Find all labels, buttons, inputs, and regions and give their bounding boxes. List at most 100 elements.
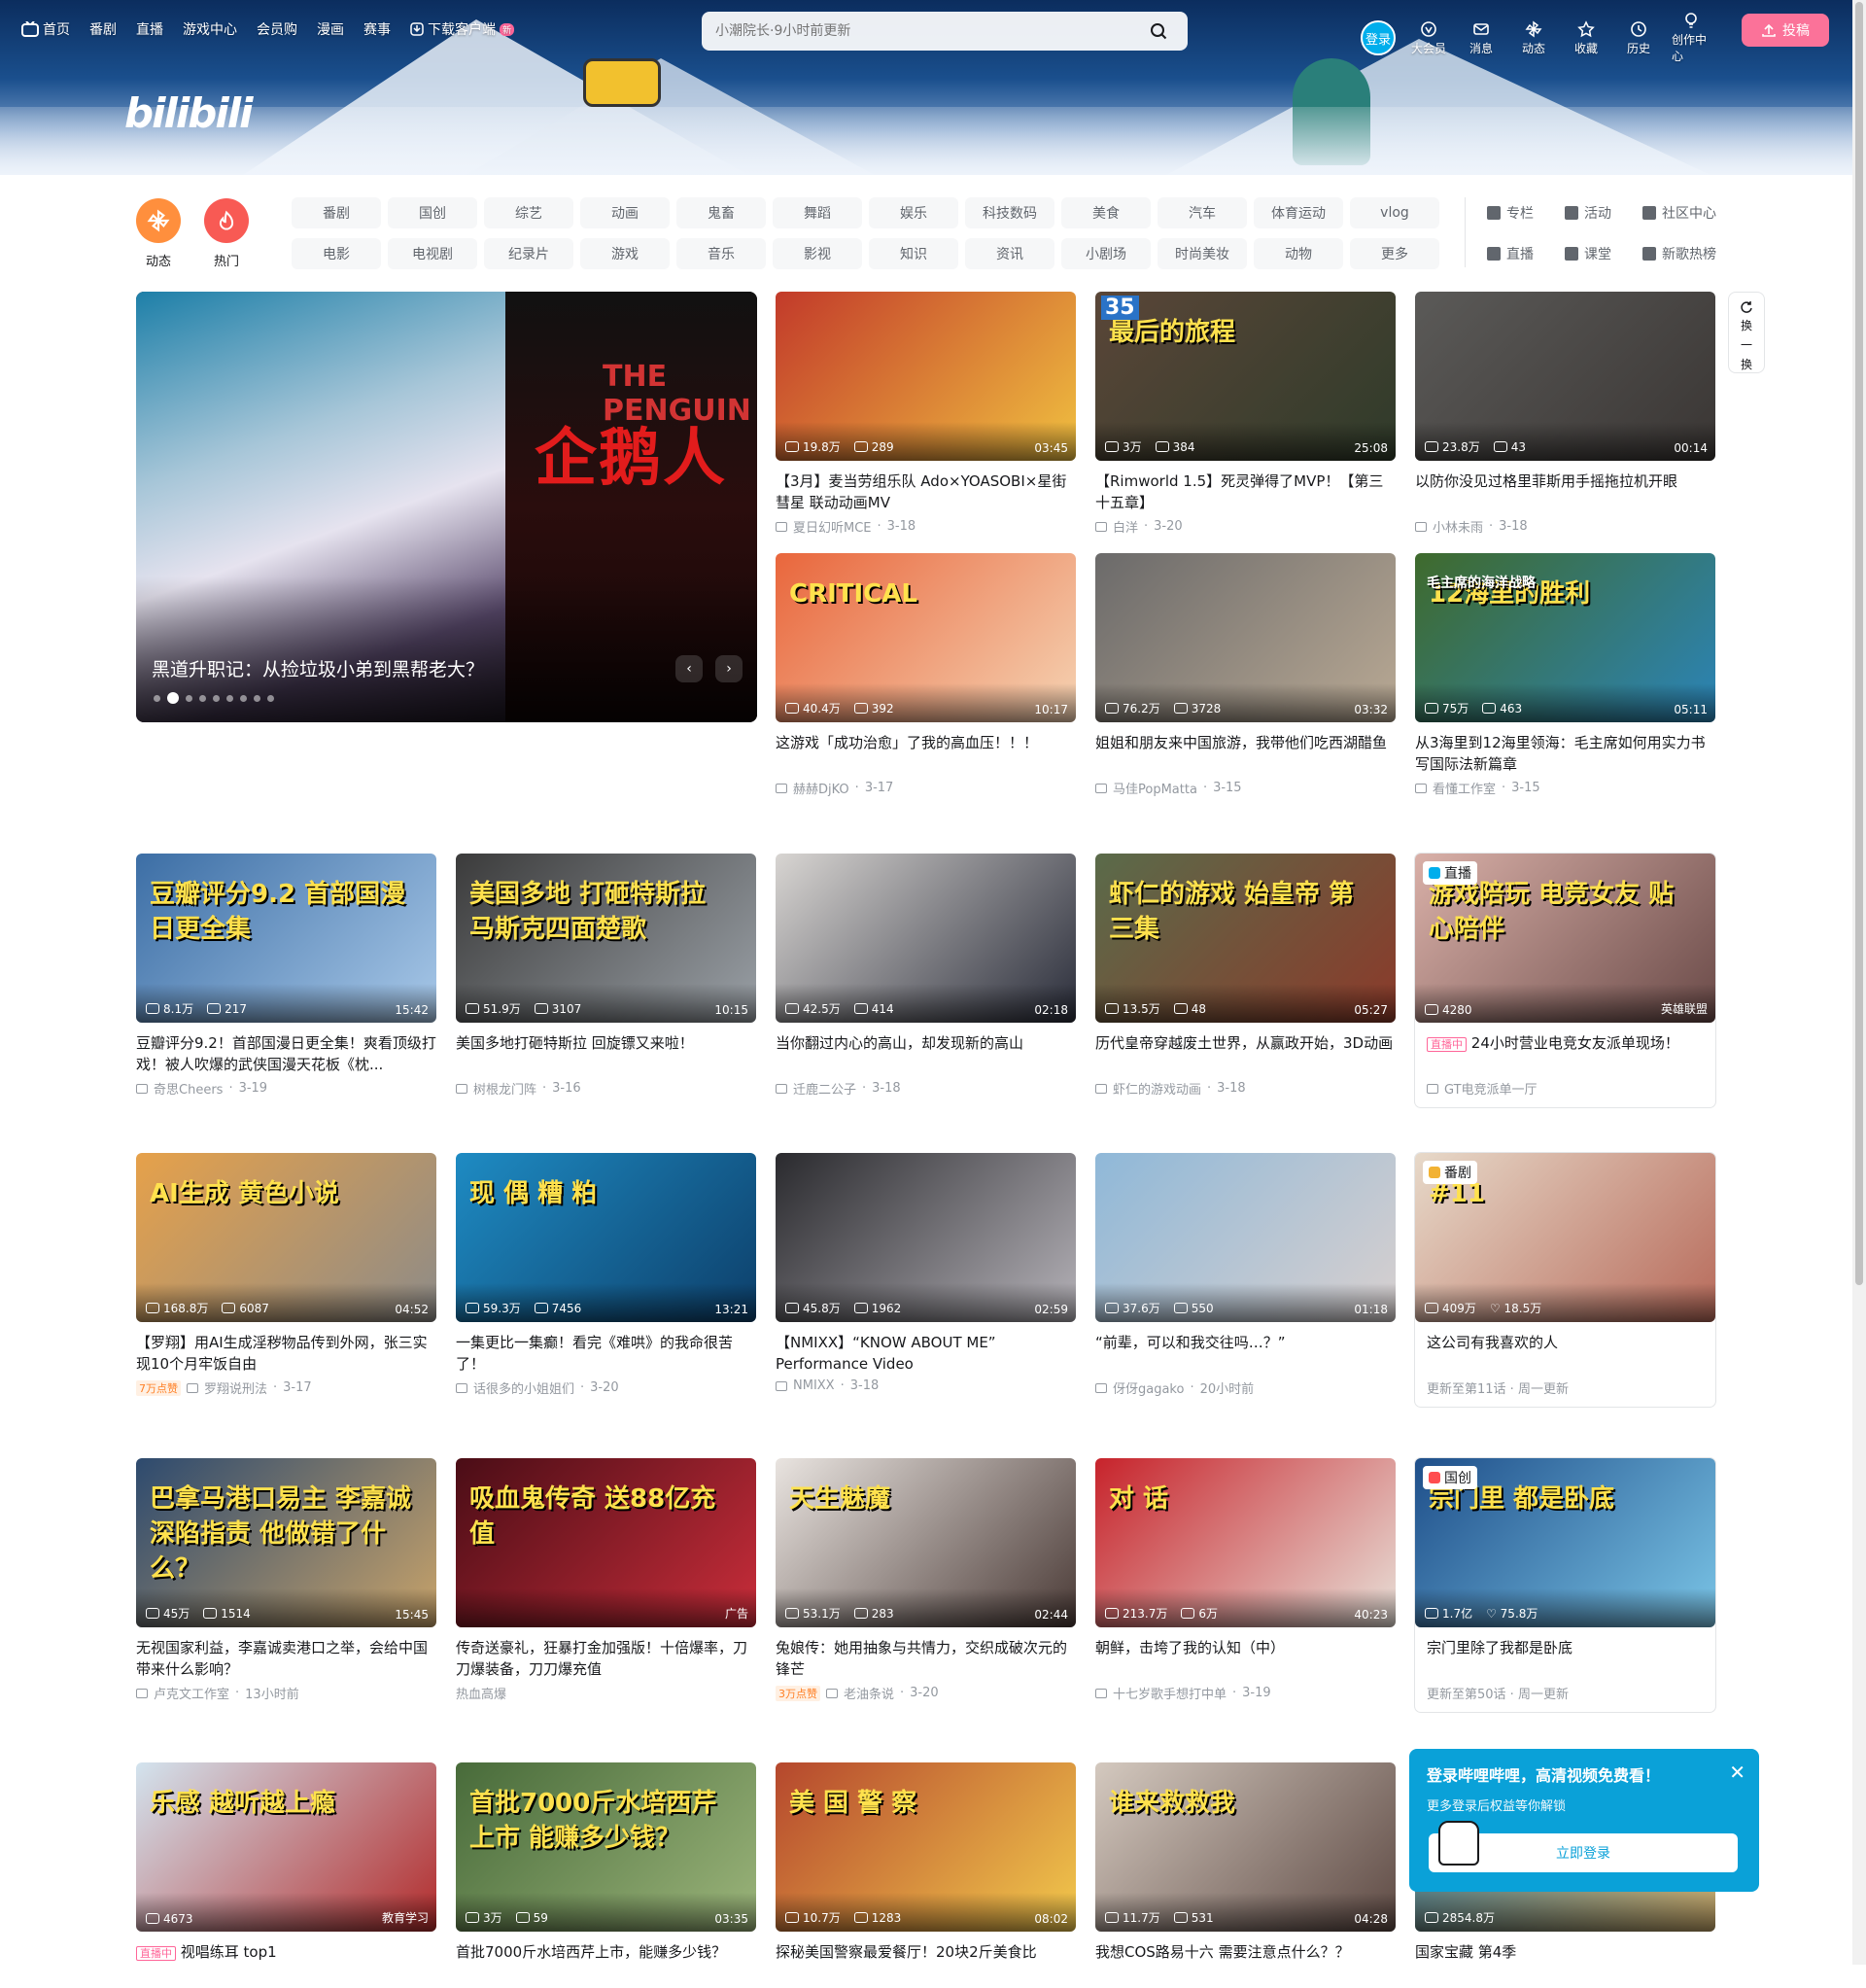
creator-center-entry[interactable]: 创作中心 [1672, 12, 1710, 64]
video-card[interactable]: 游戏陪玩 电竞女友 贴心陪伴 直播 4280 英雄联盟 直播中 24小时营业电竞女友派单… [1415, 854, 1715, 1107]
video-card[interactable]: 76.2万 3728 03:32 姐姐和朋友来中国旅游，我带他们吃西湖醋鱼 马佳PopM… [1095, 553, 1396, 797]
nav-game-center[interactable]: 游戏中心 [183, 19, 237, 39]
video-card[interactable]: 对 话 213.7万 6万 40:23 朝鲜，击垮了我的认知（中） 十七岁歌手想打中单 · 3… [1095, 1458, 1396, 1702]
channel-chip[interactable]: 动物 [1254, 238, 1343, 269]
uploader-name[interactable]: GT电竞派单一厅 [1444, 1079, 1538, 1098]
carousel-dot[interactable] [167, 692, 179, 704]
channel-chip[interactable]: 鬼畜 [676, 197, 766, 228]
channel-chip[interactable]: 更多 [1350, 238, 1439, 269]
video-card[interactable]: 谁来救救我 11.7万 531 04:28 我想COS路易十六 需要注意点什么？？ [1095, 1762, 1396, 1988]
uploader-name[interactable]: 树根龙门阵 [473, 1079, 536, 1098]
video-title[interactable]: 【罗翔】用AI生成淫秽物品传到外网，张三实现10个月牢饭自由 [136, 1332, 436, 1375]
video-thumbnail[interactable]: 虾仁的游戏 始皇帝 第三集 13.5万 48 05:27 [1095, 854, 1396, 1023]
video-title[interactable]: 直播中 视唱练耳 top1 [136, 1941, 436, 1984]
video-card[interactable]: 巴拿马港口易主 李嘉诚深陷指责 他做错了什么？ 45万 1514 15:45 无视国家利… [136, 1458, 436, 1702]
uploader-name[interactable]: 白洋 [1113, 517, 1138, 536]
channel-chip[interactable]: 音乐 [676, 238, 766, 269]
channel-chip[interactable]: 体育运动 [1254, 197, 1343, 228]
login-avatar-button[interactable]: 登录 [1361, 20, 1396, 55]
nav-home[interactable]: 首页 [21, 19, 70, 39]
video-card[interactable]: 美国多地 打砸特斯拉 马斯克四面楚歌 51.9万 3107 10:15 美国多地打砸特斯… [456, 854, 756, 1098]
channel-chip[interactable]: 科技数码 [965, 197, 1054, 228]
channel-chip[interactable]: 娱乐 [869, 197, 958, 228]
video-card[interactable]: 首批7000斤水培西芹上市 能赚多少钱？ 3万 59 03:35 首批7000斤水培西芹… [456, 1762, 756, 1988]
channel-chip[interactable]: 番剧 [292, 197, 381, 228]
nav-shop[interactable]: 会员购 [257, 19, 297, 39]
video-card[interactable]: 最后的旅程 35 3万 384 25:08 【Rimworld 1.5】死灵弹得了MVP！… [1095, 292, 1396, 536]
carousel-dot[interactable] [226, 694, 233, 702]
video-thumbnail[interactable]: 23.8万 43 00:14 [1415, 292, 1715, 461]
video-title[interactable]: 这公司有我喜欢的人 [1415, 1332, 1715, 1375]
side-link-column[interactable]: 专栏 [1487, 203, 1534, 223]
uploader-name[interactable]: 话很多的小姐姐们 [473, 1378, 574, 1397]
uploader-name[interactable]: 热血高爆 [456, 1684, 506, 1702]
video-title[interactable]: 【3月】麦当劳组乐队 Ado×YOASOBI×星街彗星 联动动画MV [776, 471, 1076, 513]
video-title[interactable]: 无视国家利益，李嘉诚卖港口之举，会给中国带来什么影响？ [136, 1637, 436, 1680]
video-title[interactable]: 兔娘传：她用抽象与共情力，交织成破次元的锋芒 [776, 1637, 1076, 1680]
uploader-name[interactable]: 迁鹿二公子 [793, 1079, 856, 1098]
video-title[interactable]: 姐姐和朋友来中国旅游，我带他们吃西湖醋鱼 [1095, 732, 1396, 775]
video-thumbnail[interactable]: 乐感 越听越上瘾 4673 教育学习 [136, 1762, 436, 1932]
video-card[interactable]: CRITICAL 40.4万 392 10:17 这游戏「成功治愈」了我的高血压！！！ 赫… [776, 553, 1076, 797]
side-link-new-songs[interactable]: 新歌热榜 [1642, 244, 1716, 263]
uploader-name[interactable]: 十七岁歌手想打中单 [1113, 1684, 1227, 1702]
uploader-name[interactable]: 罗翔说刑法 [204, 1378, 267, 1397]
video-thumbnail[interactable]: 巴拿马港口易主 李嘉诚深陷指责 他做错了什么？ 45万 1514 15:45 [136, 1458, 436, 1627]
uploader-name[interactable]: NMIXX [793, 1378, 835, 1393]
channel-chip[interactable]: 美食 [1061, 197, 1151, 228]
channel-chip[interactable]: 汽车 [1158, 197, 1247, 228]
video-card[interactable]: 吸血鬼传奇 送88亿充值 广告 传奇送豪礼，狂暴打金加强版！十倍爆率，刀刀爆装备，刀… [456, 1458, 756, 1702]
video-title[interactable]: 探秘美国警察最爱餐厅！20块2斤美食比 [776, 1941, 1076, 1984]
nav-manga[interactable]: 漫画 [317, 19, 344, 39]
video-thumbnail[interactable]: CRITICAL 40.4万 392 10:17 [776, 553, 1076, 722]
video-title[interactable]: 美国多地打砸特斯拉 回旋镖又来啦！ [456, 1032, 756, 1075]
video-thumbnail[interactable]: 首批7000斤水培西芹上市 能赚多少钱？ 3万 59 03:35 [456, 1762, 756, 1932]
search-input[interactable] [715, 23, 1143, 39]
video-thumbnail[interactable]: 宗门里 都是卧底 国创 1.7亿 ♡ 75.8万 [1415, 1458, 1715, 1627]
message-entry[interactable]: 消息 [1462, 20, 1501, 56]
uploader-name[interactable]: 老油条说 [844, 1684, 894, 1702]
vip-entry[interactable]: 大会员 [1409, 20, 1448, 56]
channel-chip[interactable]: 游戏 [580, 238, 670, 269]
carousel-prev-button[interactable]: ‹ [675, 655, 703, 682]
refresh-button[interactable]: 换 一 换 [1728, 292, 1765, 373]
video-card[interactable]: 37.6万 550 01:18 “前辈，可以和我交往吗…？” 伢伢gagako · 20小时… [1095, 1153, 1396, 1397]
carousel-next-button[interactable]: › [715, 655, 743, 682]
carousel-dot[interactable] [213, 694, 220, 702]
uploader-name[interactable]: 小林未雨 [1433, 517, 1483, 536]
channel-chip[interactable]: 舞蹈 [773, 197, 862, 228]
video-card[interactable]: 美 国 警 察 10.7万 1283 08:02 探秘美国警察最爱餐厅！20块2斤美食比 [776, 1762, 1076, 1988]
side-link-community[interactable]: 社区中心 [1642, 203, 1716, 223]
video-card[interactable]: 42.5万 414 02:18 当你翻过内心的高山，却发现新的高山 迁鹿二公子 · 3-18 [776, 854, 1076, 1098]
video-thumbnail[interactable]: 现 偶 糟 粕 59.3万 7456 13:21 [456, 1153, 756, 1322]
uploader-name[interactable]: 赫赫DjKO [793, 779, 849, 797]
video-title[interactable]: 豆瓣评分9.2！首部国漫日更全集！爽看顶级打戏！被人吹爆的武侠国漫天花板《枕..… [136, 1032, 436, 1075]
video-thumbnail[interactable]: 最后的旅程 35 3万 384 25:08 [1095, 292, 1396, 461]
nav-bangumi[interactable]: 番剧 [89, 19, 117, 39]
video-card[interactable]: 现 偶 糟 粕 59.3万 7456 13:21 一集更比一集癫！看完《难哄》的我命很苦… [456, 1153, 756, 1397]
popup-close-icon[interactable]: ✕ [1729, 1761, 1745, 1784]
video-title[interactable]: 传奇送豪礼，狂暴打金加强版！十倍爆率，刀刀爆装备，刀刀爆充值 [456, 1637, 756, 1680]
search-button[interactable] [1143, 16, 1174, 47]
video-thumbnail[interactable]: 豆瓣评分9.2 首部国漫 日更全集 8.1万 217 15:42 [136, 854, 436, 1023]
video-thumbnail[interactable]: 12海里的胜利 毛主席的海洋战略 75万 463 05:11 [1415, 553, 1715, 722]
video-card[interactable]: 虾仁的游戏 始皇帝 第三集 13.5万 48 05:27 历代皇帝穿越废土世界，从赢政开… [1095, 854, 1396, 1098]
channel-chip[interactable]: 综艺 [484, 197, 573, 228]
video-title[interactable]: 国家宝藏 第4季 [1415, 1941, 1715, 1984]
channel-chip[interactable]: 纪录片 [484, 238, 573, 269]
video-thumbnail[interactable]: 37.6万 550 01:18 [1095, 1153, 1396, 1322]
carousel-dot[interactable] [254, 694, 260, 702]
channel-chip[interactable]: 小剧场 [1061, 238, 1151, 269]
upload-button[interactable]: 投稿 [1742, 14, 1829, 47]
video-thumbnail[interactable]: 45.8万 1962 02:59 [776, 1153, 1076, 1322]
carousel-title[interactable]: 黑道升职记：从捡垃圾小弟到黑帮老大？ [152, 655, 484, 681]
video-title[interactable]: 【NMIXX】“KNOW ABOUT ME” Performance Video [776, 1332, 1076, 1375]
video-title[interactable]: 【Rimworld 1.5】死灵弹得了MVP！【第三十五章】 [1095, 471, 1396, 513]
video-thumbnail[interactable]: #11 番剧 409万 ♡ 18.5万 [1415, 1153, 1715, 1322]
channel-chip[interactable]: 电影 [292, 238, 381, 269]
video-title[interactable]: 我想COS路易十六 需要注意点什么？？ [1095, 1941, 1396, 1984]
video-thumbnail[interactable]: 19.8万 289 03:45 [776, 292, 1076, 461]
video-thumbnail[interactable]: 美国多地 打砸特斯拉 马斯克四面楚歌 51.9万 3107 10:15 [456, 854, 756, 1023]
history-entry[interactable]: 历史 [1619, 20, 1658, 56]
video-title[interactable]: 以防你没见过格里菲斯用手摇拖拉机开眼 [1415, 471, 1715, 513]
